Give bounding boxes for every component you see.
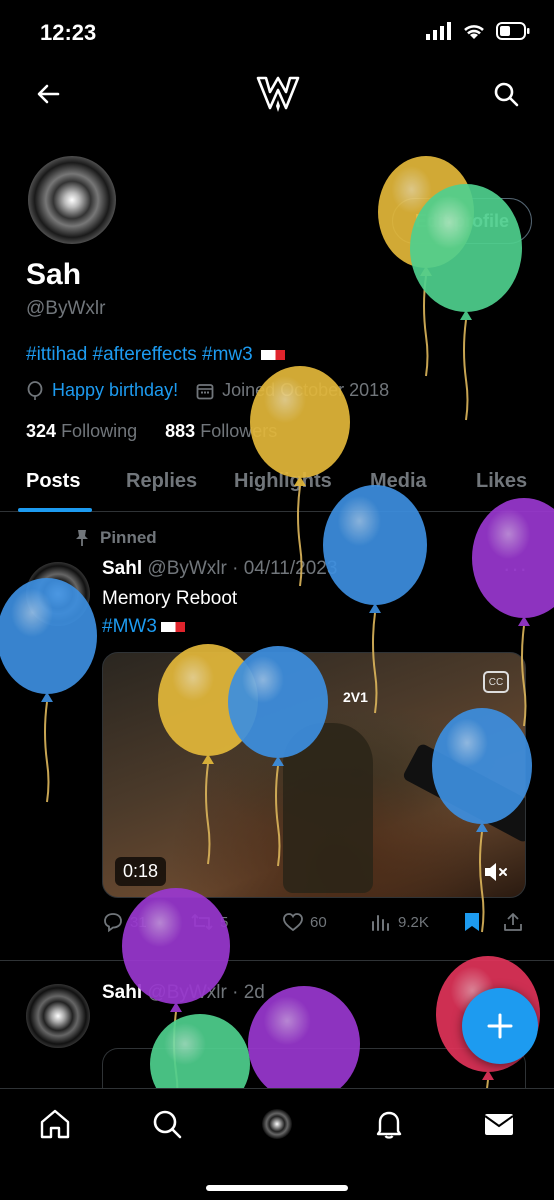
video-frame-weapon (401, 742, 525, 844)
back-arrow-icon[interactable] (34, 80, 62, 108)
home-icon[interactable] (38, 1107, 72, 1141)
avatar[interactable] (262, 1109, 292, 1139)
share-icon[interactable] (502, 911, 524, 933)
heart-icon (283, 913, 303, 932)
status-bar: 12:23 (0, 0, 554, 66)
cellular-signal-icon (426, 22, 451, 40)
video-hud-text: 2V1 (343, 689, 368, 705)
tweet-author-name[interactable]: Sahl (102, 558, 142, 579)
like-button[interactable]: 60 (282, 912, 327, 932)
tweet-actions: 31 5 60 9.2K (102, 908, 526, 936)
plus-icon (487, 1013, 513, 1039)
reply-count: 31 (130, 913, 147, 931)
tweet-author-meta: @ByWxlr · 04/11/2023 (147, 558, 338, 579)
following-link[interactable]: 324 Following (26, 421, 137, 441)
w-logo-icon[interactable] (256, 74, 300, 114)
tweet-header: Sahl @ByWxlr · 04/11/2023 (102, 558, 337, 580)
tab-posts[interactable]: Posts (26, 470, 80, 493)
edit-profile-button[interactable]: Edit profile (392, 198, 532, 244)
reply-icon (104, 913, 122, 933)
followers-link[interactable]: 883 Followers (165, 421, 277, 441)
mw3-badge-icon (160, 622, 185, 632)
tweet-header: Sahl @ByWxlr · 2d (102, 982, 265, 1004)
profile-tabs: Posts Replies Highlights Media Likes (0, 458, 554, 512)
tweet-divider (0, 960, 554, 961)
profile-avatar[interactable] (26, 154, 118, 246)
profile-handle: @ByWxlr (26, 298, 106, 319)
view-count: 9.2K (398, 913, 429, 931)
retweet-button[interactable]: 5 (190, 911, 228, 933)
active-tab-indicator (18, 508, 92, 512)
wifi-icon (464, 25, 484, 39)
tab-replies[interactable]: Replies (126, 470, 197, 493)
bell-icon[interactable] (372, 1107, 406, 1141)
status-icons (426, 22, 530, 40)
search-icon[interactable] (150, 1107, 184, 1141)
retweet-icon (191, 914, 213, 930)
following-count: 324 (26, 421, 57, 441)
following-label: Following (61, 421, 138, 441)
home-indicator (206, 1185, 348, 1191)
analytics-icon (372, 915, 389, 931)
pin-icon (76, 530, 88, 546)
captions-icon[interactable]: CC (483, 671, 509, 693)
tweet-hashtag-row: #MW3 (102, 616, 185, 638)
bookmark-icon[interactable] (462, 911, 482, 933)
joined-date: Joined October 2018 (222, 380, 390, 400)
follow-stats: 324 Following 883 Followers (26, 421, 277, 442)
pinned-indicator: Pinned (74, 528, 157, 548)
video-duration: 0:18 (115, 857, 167, 886)
tweet-video[interactable]: 2V1 CC 0:18 (102, 652, 526, 898)
more-options-icon[interactable]: ··· (503, 556, 528, 582)
tweet-author-meta: @ByWxlr · 2d (147, 982, 265, 1003)
tweet-avatar[interactable] (26, 562, 90, 626)
bio-hashtags[interactable]: #ittihad #aftereffects #mw3 (26, 344, 253, 366)
profile-bio: #ittihad #aftereffects #mw3 (26, 344, 285, 366)
reply-button[interactable]: 31 (102, 911, 147, 933)
compose-fab[interactable] (462, 988, 538, 1064)
tweet-author-name[interactable]: Sahl (102, 982, 142, 1003)
followers-count: 883 (165, 421, 196, 441)
birthday-link[interactable]: Happy birthday! (52, 380, 178, 401)
mute-icon[interactable] (481, 857, 511, 887)
tweet-hashtag[interactable]: #MW3 (102, 616, 157, 638)
profile-name: Sah (26, 258, 82, 291)
balloon (378, 156, 474, 377)
tab-highlights[interactable]: Highlights (234, 470, 332, 493)
mw3-badge-icon (260, 350, 285, 360)
top-navigation (0, 66, 554, 122)
tweet-avatar[interactable] (26, 984, 90, 1048)
calendar-icon (196, 383, 214, 399)
balloon-icon (27, 380, 43, 400)
bottom-navigation (0, 1088, 554, 1200)
tab-media[interactable]: Media (370, 470, 427, 493)
tab-likes[interactable]: Likes (476, 470, 527, 493)
search-icon[interactable] (492, 80, 520, 108)
profile-meta: Happy birthday! Joined October 2018 (26, 380, 389, 401)
battery-icon (496, 22, 530, 40)
views-button[interactable]: 9.2K (370, 912, 429, 932)
video-frame-figure (283, 723, 373, 893)
tweet-text: Memory Reboot (102, 588, 238, 609)
status-time: 12:23 (40, 20, 97, 45)
mail-icon[interactable] (482, 1107, 516, 1141)
retweet-count: 5 (220, 913, 229, 931)
like-count: 60 (310, 913, 327, 931)
pinned-label: Pinned (100, 528, 157, 547)
followers-label: Followers (200, 421, 278, 441)
